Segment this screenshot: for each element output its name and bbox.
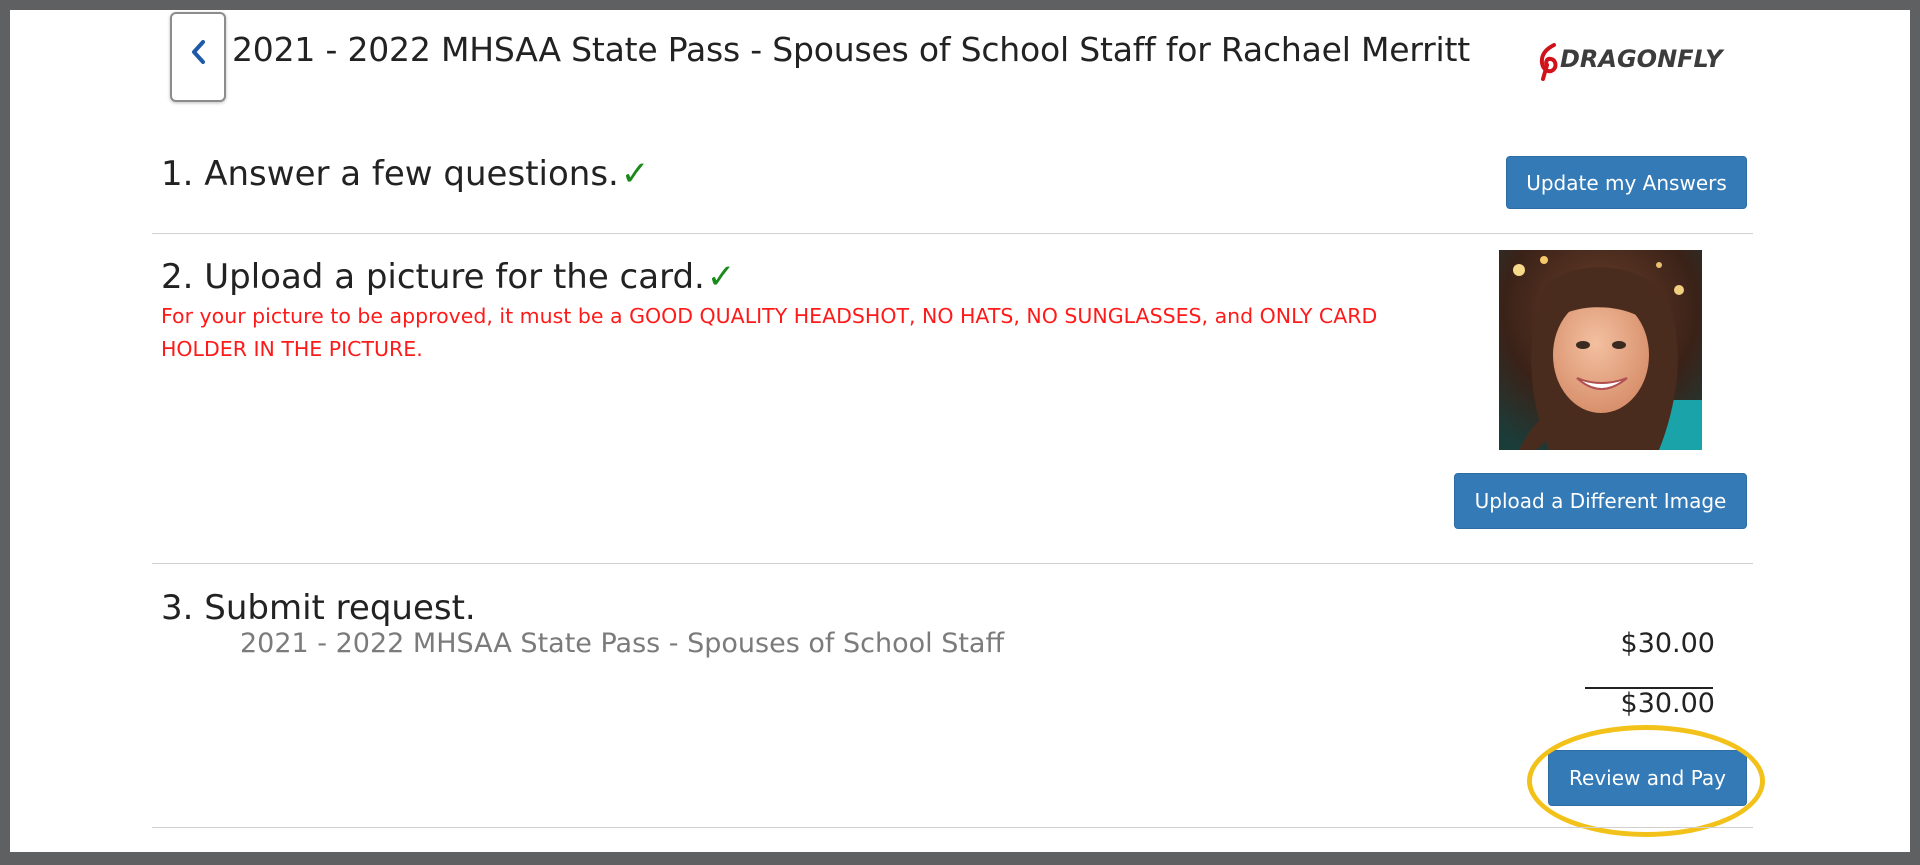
step3-heading: 3. Submit request. (161, 588, 476, 628)
step2-heading-text: 2. Upload a picture for the card. (161, 257, 705, 297)
chevron-left-icon (192, 40, 205, 64)
divider (152, 233, 1753, 234)
back-button[interactable] (170, 12, 226, 102)
order-total: $30.00 (1620, 688, 1715, 719)
divider (152, 563, 1753, 564)
card-photo-image (1499, 250, 1702, 450)
update-answers-button[interactable]: Update my Answers (1506, 156, 1747, 209)
divider (152, 827, 1753, 828)
dragonfly-logo: DRAGONFLY (1538, 36, 1723, 88)
checkmark-icon: ✓ (706, 257, 736, 297)
step1-heading: 1. Answer a few questions.✓ (161, 154, 649, 194)
page-frame: 2021 - 2022 MHSAA State Pass - Spouses o… (10, 10, 1910, 852)
step2-heading: 2. Upload a picture for the card.✓ (161, 257, 735, 297)
photo-requirements-warning: For your picture to be approved, it must… (161, 304, 1378, 361)
review-and-pay-button[interactable]: Review and Pay (1548, 750, 1747, 806)
page-title: 2021 - 2022 MHSAA State Pass - Spouses o… (232, 30, 1470, 69)
step1-heading-text: 1. Answer a few questions. (161, 154, 619, 194)
checkmark-icon: ✓ (620, 154, 650, 194)
dragonfly-mark-icon (1539, 43, 1558, 81)
line-item-price: $30.00 (1620, 628, 1715, 659)
upload-different-image-button[interactable]: Upload a Different Image (1454, 473, 1747, 529)
line-item-description: 2021 - 2022 MHSAA State Pass - Spouses o… (240, 628, 1005, 659)
logo-text: DRAGONFLY (1560, 45, 1723, 73)
main-content: 2021 - 2022 MHSAA State Pass - Spouses o… (141, 10, 1765, 852)
card-photo (1499, 250, 1702, 450)
